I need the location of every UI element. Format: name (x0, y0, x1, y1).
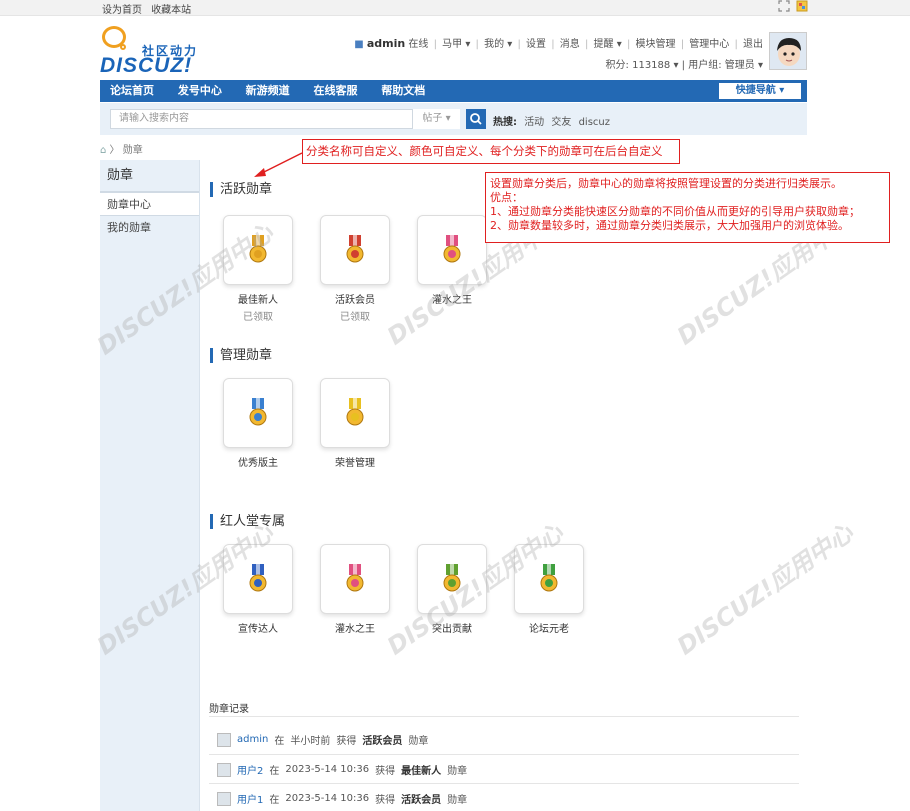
annotation-callout: 分类名称可自定义、颜色可自定义、每个分类下的勋章可在后台自定义 (302, 139, 680, 164)
medal-card[interactable]: 活跃会员 已领取 (320, 215, 390, 323)
avatar-face-icon (770, 33, 806, 69)
record-item: 用户2 在 2023-5-14 10:36 获得 最佳新人 勋章 (217, 762, 467, 777)
site-header: 社区动力 DISCUZ! ■ admin 在线 | 马甲 ▾ | 我的 ▾ | … (100, 20, 807, 77)
medal-name: 突出贡献 (432, 624, 472, 635)
record-medal[interactable]: 活跃会员 (401, 791, 441, 806)
medal-card[interactable]: 荣誉管理 (320, 378, 390, 469)
medal-name: 灌水之王 (335, 624, 375, 635)
record-user[interactable]: admin (237, 734, 268, 745)
medal-name: 灌水之王 (432, 295, 472, 306)
medal-icon (443, 564, 461, 592)
records-title: 勋章记录 (209, 704, 249, 715)
user-icon: ■ (354, 39, 364, 50)
category-title: 管理勋章 (210, 348, 272, 363)
menu-admin[interactable]: 管理中心 (689, 39, 729, 50)
medal-name: 宣传达人 (238, 624, 278, 635)
hot-keyword[interactable]: 活动 (524, 117, 544, 128)
menu-messages[interactable]: 消息 (560, 39, 580, 50)
medal-name: 活跃会员 (335, 295, 375, 306)
top-bar: 设为首页 收藏本站 (0, 0, 910, 16)
medal-name: 最佳新人 (238, 295, 278, 306)
medal-icon (249, 564, 267, 592)
menu-logout[interactable]: 退出 (743, 39, 763, 50)
points-link[interactable]: 积分: 113188 (606, 60, 671, 71)
avatar[interactable] (217, 732, 231, 747)
user-info: 积分: 113188 ▾ | 用户组: 管理员 ▾ (605, 60, 763, 71)
breadcrumb-current[interactable]: 勋章 (123, 145, 143, 156)
username-link[interactable]: admin (367, 37, 405, 50)
menu-modules[interactable]: 模块管理 (636, 39, 676, 50)
breadcrumb: ⌂ 〉 勋章 (100, 145, 143, 156)
medal-icon (249, 398, 267, 426)
medal-card[interactable]: 论坛元老 (514, 544, 584, 635)
hot-keyword[interactable]: discuz (579, 117, 610, 128)
medal-icon (346, 564, 364, 592)
search-button[interactable] (466, 109, 486, 129)
online-status[interactable]: 在线 (408, 39, 428, 50)
set-home-link[interactable]: 设为首页 (102, 5, 142, 16)
avatar[interactable] (217, 762, 231, 777)
theme-icon[interactable] (796, 0, 808, 12)
medal-name: 荣誉管理 (335, 458, 375, 469)
medal-icon (346, 235, 364, 263)
annotation-callout-detail: 设置勋章分类后，勋章中心的勋章将按照管理设置的分类进行归类展示。 优点： 1、通… (485, 172, 890, 243)
arrow-icon (254, 152, 303, 177)
medal-status: 已领取 (243, 312, 273, 323)
search-type-select[interactable]: 帖子 ▾ (412, 109, 460, 129)
nav-new-games[interactable]: 新游频道 (236, 80, 300, 102)
top-icons (778, 0, 808, 12)
medal-card[interactable]: 灌水之王 (320, 544, 390, 635)
bookmark-link[interactable]: 收藏本站 (151, 5, 191, 16)
avatar[interactable] (217, 791, 231, 806)
medal-card[interactable]: 最佳新人 已领取 (223, 215, 293, 323)
medal-card[interactable]: 优秀版主 (223, 378, 293, 469)
menu-reminders[interactable]: 提醒 (594, 39, 614, 50)
category-title: 红人堂专属 (210, 514, 285, 529)
search-input[interactable]: 请输入搜索内容 (110, 109, 460, 129)
menu-settings[interactable]: 设置 (526, 39, 546, 50)
record-medal[interactable]: 活跃会员 (362, 732, 402, 747)
record-medal[interactable]: 最佳新人 (401, 762, 441, 777)
medal-card[interactable]: 灌水之王 (417, 215, 487, 306)
medal-status: 已领取 (340, 312, 370, 323)
record-user[interactable]: 用户2 (237, 762, 263, 777)
main-nav: 论坛首页 发号中心 新游频道 在线客服 帮助文档 快捷导航 ▾ (100, 80, 807, 102)
menu-majia[interactable]: 马甲 (442, 39, 462, 50)
sidebar-item-medal-center[interactable]: 勋章中心 (100, 192, 199, 216)
group-link[interactable]: 用户组: 管理员 (688, 60, 755, 71)
nav-help-docs[interactable]: 帮助文档 (371, 80, 435, 102)
top-links: 设为首页 收藏本站 (102, 1, 197, 16)
site-logo[interactable]: 社区动力 DISCUZ! (100, 24, 210, 77)
medal-name: 论坛元老 (529, 624, 569, 635)
nav-forum-home[interactable]: 论坛首页 (100, 80, 164, 102)
record-item: 用户1 在 2023-5-14 10:36 获得 活跃会员 勋章 (217, 791, 467, 806)
sidebar: 勋章 勋章中心 我的勋章 (100, 160, 200, 811)
fullscreen-icon[interactable] (778, 0, 790, 12)
nav-code-center[interactable]: 发号中心 (168, 80, 232, 102)
medal-card[interactable]: 突出贡献 (417, 544, 487, 635)
user-bar: ■ admin 在线 | 马甲 ▾ | 我的 ▾ | 设置 | 消息 | 提醒 … (354, 37, 763, 50)
medal-icon (540, 564, 558, 592)
menu-mine[interactable]: 我的 (484, 39, 504, 50)
record-user[interactable]: 用户1 (237, 791, 263, 806)
home-icon[interactable]: ⌂ (100, 145, 106, 156)
hot-keyword[interactable]: 交友 (551, 117, 571, 128)
medal-name: 优秀版主 (238, 458, 278, 469)
medal-card[interactable]: 宣传达人 (223, 544, 293, 635)
category-title: 活跃勋章 (210, 182, 272, 197)
nav-support[interactable]: 在线客服 (303, 80, 367, 102)
medal-icon (443, 235, 461, 263)
sidebar-item-my-medals[interactable]: 我的勋章 (100, 216, 199, 240)
record-item: admin 在 半小时前 获得 活跃会员 勋章 (217, 732, 428, 747)
search-icon (470, 113, 482, 125)
avatar[interactable] (769, 32, 807, 70)
hot-searches: 热搜: 活动 交友 discuz (493, 117, 610, 128)
medal-icon (249, 235, 267, 263)
quick-nav-button[interactable]: 快捷导航 ▾ (719, 83, 801, 99)
medal-icon (346, 398, 364, 426)
sidebar-title: 勋章 (100, 160, 199, 192)
search-bar: 请输入搜索内容 帖子 ▾ 热搜: 活动 交友 discuz (100, 103, 807, 135)
